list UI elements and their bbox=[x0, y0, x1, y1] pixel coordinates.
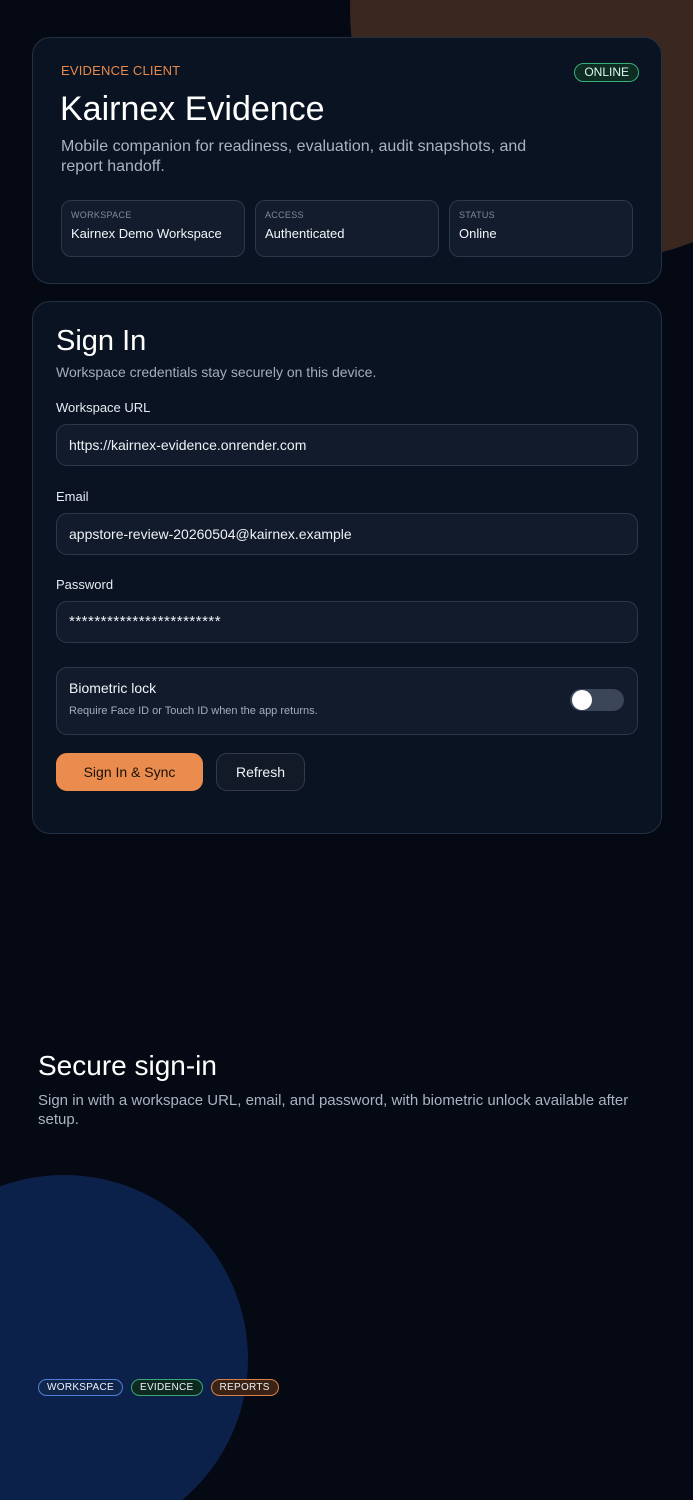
app-screen: EVIDENCE CLIENT ONLINE Kairnex Evidence … bbox=[0, 0, 693, 1500]
tile-label: ACCESS bbox=[265, 210, 304, 220]
sign-in-sync-button[interactable]: Sign In & Sync bbox=[56, 753, 203, 791]
feature-title: Secure sign-in bbox=[38, 1050, 217, 1081]
status-tile: STATUS Online bbox=[449, 200, 633, 257]
feature-chips: WORKSPACE EVIDENCE REPORTS bbox=[38, 1379, 279, 1396]
refresh-button[interactable]: Refresh bbox=[216, 753, 305, 791]
sign-in-card: Sign In Workspace credentials stay secur… bbox=[32, 301, 662, 834]
tile-value: Kairnex Demo Workspace bbox=[71, 226, 222, 241]
reports-chip: REPORTS bbox=[210, 1379, 279, 1396]
app-subtitle: Mobile companion for readiness, evaluati… bbox=[61, 138, 527, 175]
email-label: Email bbox=[56, 489, 89, 504]
info-tiles: WORKSPACE Kairnex Demo Workspace ACCESS … bbox=[61, 200, 633, 257]
tile-label: WORKSPACE bbox=[71, 210, 132, 220]
decorative-orb-bottom bbox=[0, 1175, 248, 1500]
evidence-chip: EVIDENCE bbox=[130, 1379, 203, 1396]
feature-description: Sign in with a workspace URL, email, and… bbox=[38, 1092, 629, 1128]
biometric-lock-title: Biometric lock bbox=[69, 680, 157, 696]
app-title: Kairnex Evidence bbox=[60, 90, 325, 128]
tile-value: Online bbox=[459, 226, 497, 241]
workspace-url-label: Workspace URL bbox=[56, 400, 151, 415]
biometric-lock-row: Biometric lock Require Face ID or Touch … bbox=[56, 667, 638, 735]
online-status-badge: ONLINE bbox=[574, 63, 639, 82]
email-input[interactable]: appstore-review-20260504@kairnex.example bbox=[56, 513, 638, 555]
workspace-tile: WORKSPACE Kairnex Demo Workspace bbox=[61, 200, 245, 257]
tile-label: STATUS bbox=[459, 210, 495, 220]
password-input[interactable]: ************************ bbox=[56, 601, 638, 643]
workspace-chip: WORKSPACE bbox=[38, 1379, 123, 1396]
sign-in-title: Sign In bbox=[56, 325, 147, 357]
hero-card: EVIDENCE CLIENT ONLINE Kairnex Evidence … bbox=[32, 37, 662, 284]
toggle-knob bbox=[572, 690, 592, 710]
password-label: Password bbox=[56, 577, 114, 592]
workspace-url-input[interactable]: https://kairnex-evidence.onrender.com bbox=[56, 424, 638, 466]
tile-value: Authenticated bbox=[265, 226, 345, 241]
biometric-lock-toggle[interactable] bbox=[570, 689, 624, 711]
sign-in-subtitle: Workspace credentials stay securely on t… bbox=[56, 364, 377, 380]
access-tile: ACCESS Authenticated bbox=[255, 200, 439, 257]
biometric-lock-description: Require Face ID or Touch ID when the app… bbox=[69, 705, 318, 717]
eyebrow-label: EVIDENCE CLIENT bbox=[61, 63, 181, 78]
